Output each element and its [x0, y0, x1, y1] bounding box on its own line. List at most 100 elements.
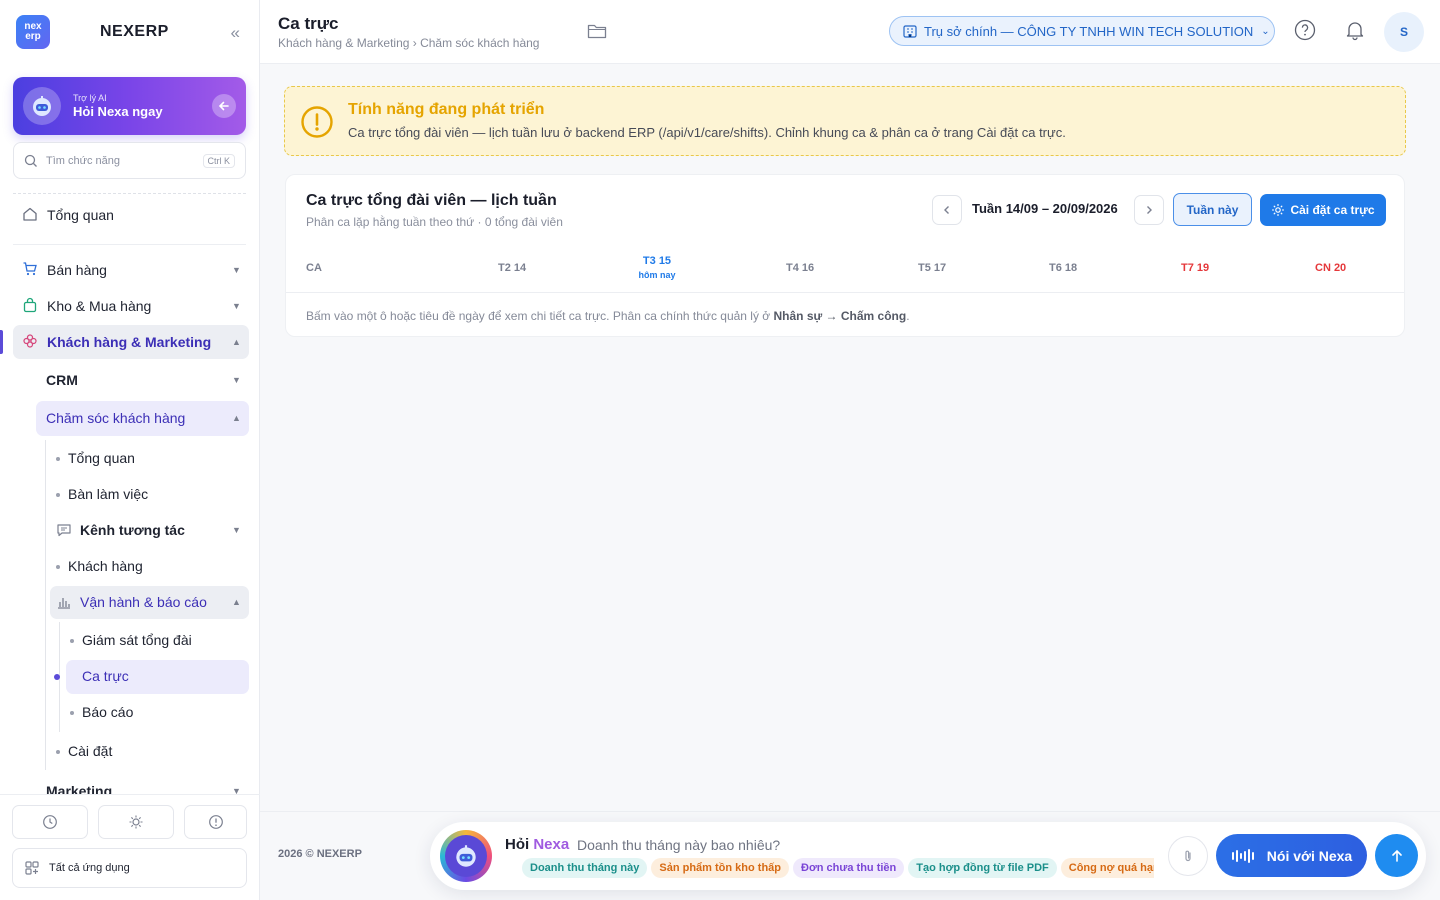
sidebar-item-customer-care[interactable]: Chăm sóc khách hàng ▲	[0, 409, 260, 427]
banner-description: Ca trực tổng đài viên — lịch tuần lưu ở …	[348, 125, 1066, 140]
all-apps-button[interactable]: Tất cả ứng dụng	[12, 848, 247, 888]
next-week-button[interactable]	[1134, 195, 1164, 225]
sidebar-item-customers-marketing[interactable]: Khách hàng & Marketing ▲	[0, 333, 260, 351]
chevron-left-icon	[944, 206, 949, 214]
robot-icon	[456, 845, 476, 867]
sidebar-item-reports[interactable]: Báo cáo	[0, 703, 260, 721]
sun-icon	[129, 815, 143, 829]
bar-chart-icon	[58, 598, 70, 609]
shift-settings-button[interactable]: Cài đặt ca trực	[1260, 194, 1386, 226]
attach-button[interactable]	[1168, 836, 1208, 876]
suggestion-chip[interactable]: Công nợ quá hạn	[1060, 858, 1154, 878]
hint-end: .	[906, 309, 910, 323]
info-button[interactable]	[184, 805, 247, 839]
all-apps-label: Tất cả ứng dụng	[49, 862, 130, 874]
robot-icon	[23, 87, 61, 125]
column-header-sat[interactable]: T7 19	[1181, 262, 1209, 274]
today-label: hôm nay	[638, 270, 676, 280]
suggestion-chip[interactable]: Tạo hợp đồng từ file PDF	[908, 858, 1057, 878]
sidebar-item-overview[interactable]: Tổng quan	[0, 206, 260, 224]
nexa-avatar[interactable]	[440, 830, 492, 882]
hint-link: Nhân sự → Chấm công	[773, 309, 907, 323]
ai-assistant-card[interactable]: Trợ lý AI Hỏi Nexa ngay	[13, 77, 246, 135]
search-input[interactable]	[46, 154, 186, 167]
divider	[13, 244, 246, 245]
schedule-hint: Bấm vào một ô hoặc tiêu đề ngày để xem c…	[306, 309, 910, 323]
help-icon[interactable]	[1294, 19, 1316, 41]
bell-icon[interactable]	[1344, 19, 1366, 41]
sound-wave-icon	[1231, 848, 1254, 863]
collapse-sidebar-icon[interactable]: «	[231, 23, 240, 43]
theme-toggle-button[interactable]	[98, 805, 174, 839]
sidebar-item-label: Tổng quan	[47, 207, 114, 223]
user-avatar[interactable]: S	[1384, 12, 1424, 52]
table-divider	[286, 292, 1404, 293]
chevron-down-icon: ▼	[232, 525, 241, 535]
sidebar-item-label: Cài đặt	[68, 743, 113, 759]
week-range-label: Tuần 14/09 – 20/09/2026	[972, 201, 1118, 216]
column-header-wed[interactable]: T4 16	[786, 262, 814, 274]
column-header-shift: CA	[306, 262, 322, 274]
sidebar-item-call-monitor[interactable]: Giám sát tổng đài	[0, 631, 260, 649]
sidebar-item-ops-reports[interactable]: Vận hành & báo cáo ▲	[0, 593, 260, 611]
ask-question-input[interactable]: Doanh thu tháng này bao nhiêu?	[577, 837, 780, 853]
column-header-fri[interactable]: T6 18	[1049, 262, 1077, 274]
suggestion-chip[interactable]: Doanh thu tháng này	[522, 858, 648, 878]
sidebar-item-label: Báo cáo	[82, 704, 134, 720]
sidebar-item-crm[interactable]: CRM ▼	[0, 371, 260, 389]
ai-card-title: Hỏi Nexa ngay	[73, 104, 163, 119]
sidebar-item-label: Tổng quan	[68, 450, 135, 466]
sidebar-item-label: Giám sát tổng đài	[82, 632, 192, 648]
arrow-left-icon[interactable]	[212, 94, 236, 118]
brand-name: NEXERP	[100, 23, 169, 40]
suggestion-chip[interactable]: Sản phẩm tồn kho thấp	[651, 858, 790, 878]
column-header-mon[interactable]: T2 14	[498, 262, 526, 274]
chevron-up-icon: ▲	[232, 597, 241, 607]
sidebar-item-inventory[interactable]: Kho & Mua hàng ▼	[0, 297, 260, 315]
sidebar-item-care-overview[interactable]: Tổng quan	[0, 449, 260, 467]
sidebar-item-shifts[interactable]: Ca trực	[0, 667, 260, 685]
branch-selector[interactable]: Trụ sở chính — CÔNG TY TNHH WIN TECH SOL…	[889, 16, 1275, 46]
sidebar-item-sales[interactable]: Bán hàng ▼	[0, 261, 260, 279]
chat-icon	[57, 524, 71, 537]
search-icon	[24, 154, 37, 167]
sidebar-item-label: Ca trực	[82, 668, 129, 684]
cart-icon	[23, 262, 37, 276]
sidebar-item-label: CRM	[46, 372, 78, 388]
chevron-down-icon: ▼	[232, 375, 241, 385]
column-header-tue: T3 15	[642, 255, 672, 267]
nexa-word: Nexa	[533, 836, 570, 853]
function-search[interactable]: Ctrl K	[13, 142, 246, 179]
logo-text-bottom: erp	[25, 31, 41, 42]
send-button[interactable]	[1375, 834, 1418, 877]
chevron-up-icon: ▲	[232, 413, 241, 423]
ask-label: Hỏi Nexa	[505, 836, 569, 853]
sidebar-item-channels[interactable]: Kênh tương tác ▼	[0, 521, 260, 539]
sidebar-item-label: Khách hàng	[68, 558, 143, 574]
previous-week-button[interactable]	[932, 195, 962, 225]
this-week-button[interactable]: Tuần này	[1173, 193, 1252, 226]
sidebar-item-label: Kênh tương tác	[80, 522, 185, 538]
column-header-tue-today[interactable]: T3 15 hôm nay	[636, 255, 678, 280]
chevron-down-icon: ⌄	[1261, 25, 1270, 37]
history-button[interactable]	[12, 805, 88, 839]
paperclip-icon	[1185, 850, 1191, 862]
column-header-sun[interactable]: CN 20	[1315, 262, 1346, 274]
sidebar-item-customers[interactable]: Khách hàng	[0, 557, 260, 575]
sidebar-item-settings[interactable]: Cài đặt	[0, 742, 260, 760]
bag-icon	[23, 297, 37, 313]
talk-to-nexa-button[interactable]: Nói với Nexa	[1216, 834, 1367, 877]
flower-icon	[23, 334, 37, 348]
brand: nex erp NEXERP «	[16, 15, 246, 49]
arrow-up-icon	[1391, 849, 1402, 862]
clock-icon	[43, 815, 57, 829]
apps-grid-icon	[25, 861, 39, 875]
column-header-thu[interactable]: T5 17	[918, 262, 946, 274]
folder-icon[interactable]	[587, 22, 607, 40]
sidebar-item-workspace[interactable]: Bàn làm việc	[0, 485, 260, 503]
sidebar-item-marketing[interactable]: Marketing ▼	[0, 782, 260, 794]
suggestion-chip[interactable]: Đơn chưa thu tiền	[793, 858, 905, 878]
divider	[13, 193, 246, 194]
building-icon	[903, 25, 917, 38]
footer-divider	[260, 811, 1440, 812]
